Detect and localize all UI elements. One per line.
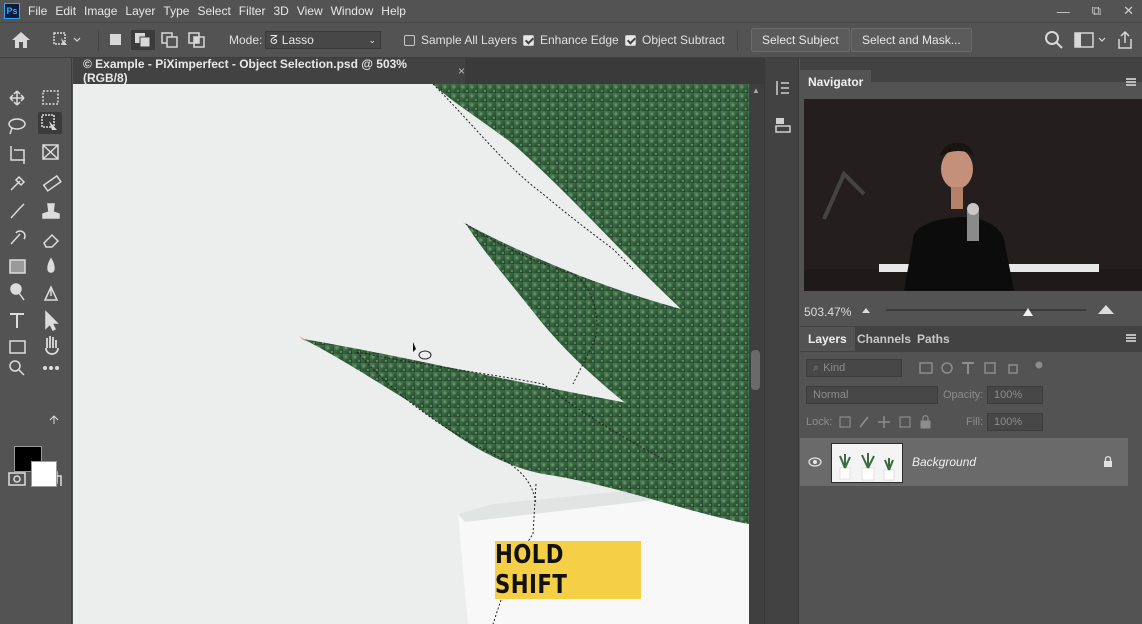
hold-shift-caption: HOLD SHIFT — [495, 540, 641, 600]
navigator-preview[interactable] — [804, 99, 1142, 291]
restore-icon[interactable]: ⧉ — [1092, 3, 1101, 19]
kind-value: Kind — [823, 362, 846, 374]
zoom-out-icon[interactable] — [860, 305, 872, 315]
lock-label: Lock: — [806, 416, 833, 428]
select-subject-button[interactable]: Select Subject — [751, 28, 850, 52]
history-panel-icon[interactable] — [773, 78, 793, 98]
object-subtract-label: Object Subtract — [642, 33, 725, 47]
enhance-edge-checkbox[interactable]: Enhance Edge — [523, 23, 619, 57]
menu-filter[interactable]: Filter — [239, 4, 274, 18]
workspace-button[interactable] — [1074, 23, 1110, 57]
selection-mode-buttons — [108, 23, 208, 57]
enhance-edge-label: Enhance Edge — [540, 33, 619, 47]
object-selection-icon — [53, 32, 81, 45]
checkbox-icon — [404, 34, 415, 46]
blend-mode-select[interactable]: Normal — [806, 386, 938, 404]
document-title: © Example - PiXimperfect - Object Select… — [83, 57, 407, 85]
sample-all-layers-label: Sample All Layers — [421, 33, 518, 47]
menu-help[interactable]: Help — [381, 4, 414, 18]
menu-3d[interactable]: 3D — [273, 4, 296, 18]
select-and-mask-button[interactable]: Select and Mask... — [851, 28, 972, 52]
search-button[interactable] — [1044, 23, 1064, 57]
mode-value: Lasso — [281, 33, 314, 47]
mode-label: Mode: — [229, 33, 263, 47]
workspace-icon — [1074, 32, 1106, 48]
share-button[interactable] — [1115, 23, 1135, 57]
close-icon[interactable]: ✕ — [1123, 3, 1134, 19]
checkbox-checked-icon — [625, 34, 636, 46]
tool-preset-picker[interactable] — [52, 23, 82, 57]
zoom-level[interactable]: 503.47% — [804, 305, 851, 319]
layer-thumbnail — [831, 443, 903, 483]
object-selection-tool[interactable] — [38, 112, 62, 134]
opacity-input[interactable]: 100% — [987, 386, 1043, 404]
document-tab[interactable]: © Example - PiXimperfect - Object Select… — [73, 57, 465, 85]
menu-type[interactable]: Type — [163, 4, 197, 18]
tab-layers[interactable]: Layers — [800, 327, 855, 351]
menu-bar: Ps File Edit Image Layer Type Select Fil… — [0, 0, 1142, 22]
menu-view[interactable]: View — [297, 4, 331, 18]
fill-input[interactable]: 100% — [987, 413, 1043, 431]
plant-photo — [73, 84, 749, 624]
navigator-zoom-bar: 503.47% — [800, 300, 1142, 324]
menu-layer[interactable]: Layer — [125, 4, 163, 18]
menu-edit[interactable]: Edit — [55, 4, 84, 18]
collapsed-panels-column — [764, 58, 799, 624]
search-icon: ⌕ — [813, 361, 820, 374]
home-icon — [12, 32, 30, 48]
lock-icon[interactable] — [1102, 455, 1114, 468]
sample-all-layers-checkbox[interactable]: Sample All Layers — [404, 23, 517, 57]
object-subtract-checkbox[interactable]: Object Subtract — [625, 23, 725, 57]
share-icon — [1118, 30, 1132, 49]
fill-value: 100% — [994, 416, 1023, 428]
properties-panel-icon[interactable] — [773, 115, 793, 135]
scroll-up-icon[interactable]: ▲ — [752, 86, 760, 95]
opacity-label: Opacity: — [943, 389, 984, 401]
zoom-slider-thumb[interactable] — [1023, 308, 1033, 316]
navigator-menu-icon[interactable] — [1126, 78, 1136, 86]
menu-window[interactable]: Window — [331, 4, 382, 18]
eye-visibility-icon[interactable] — [808, 456, 822, 468]
search-icon — [1045, 31, 1063, 49]
lasso-icon: ᘔ — [270, 32, 278, 47]
tool-icons — [8, 90, 62, 486]
object-selection-icon — [41, 114, 57, 130]
layers-panel-header: Layers Channels Paths — [800, 326, 1142, 352]
window-controls: — ⧉ ✕ — [1057, 0, 1134, 22]
opacity-value: 100% — [994, 389, 1023, 401]
tab-paths[interactable]: Paths — [909, 327, 958, 351]
layers-menu-icon[interactable] — [1126, 334, 1136, 342]
home-button[interactable] — [10, 23, 32, 57]
menu-file[interactable]: File — [28, 4, 55, 18]
navigator-thumbnail — [804, 99, 1142, 291]
lock-icons[interactable] — [838, 414, 934, 430]
layer-filter-kind[interactable]: ⌕ Kind — [806, 359, 902, 377]
blend-mode-value: Normal — [813, 389, 849, 401]
background-color-swatch[interactable] — [31, 461, 57, 487]
options-bar: Mode: ᘔ Lasso ⌄ Sample All Layers Enhanc… — [0, 22, 1142, 58]
chevron-down-icon: ⌄ — [368, 34, 376, 45]
menu-select[interactable]: Select — [197, 4, 238, 18]
tools-panel — [0, 58, 72, 624]
new-selection-icon — [110, 34, 121, 45]
zoom-slider[interactable] — [886, 309, 1086, 311]
layer-name[interactable]: Background — [912, 455, 976, 469]
layer-filter-icons[interactable] — [918, 360, 1048, 376]
menu-image[interactable]: Image — [84, 4, 125, 18]
canvas[interactable] — [73, 84, 749, 624]
zoom-in-icon[interactable] — [1097, 303, 1115, 315]
checkbox-checked-icon — [523, 34, 534, 46]
scrollbar-thumb[interactable] — [751, 350, 760, 390]
fill-label: Fill: — [966, 416, 984, 428]
close-tab-icon[interactable]: × — [458, 64, 465, 78]
tab-navigator[interactable]: Navigator — [800, 70, 872, 94]
minimize-icon[interactable]: — — [1057, 4, 1070, 19]
photoshop-logo-icon: Ps — [4, 3, 20, 19]
tab-strip — [465, 58, 765, 84]
mode-select[interactable]: ᘔ Lasso ⌄ — [265, 23, 381, 57]
